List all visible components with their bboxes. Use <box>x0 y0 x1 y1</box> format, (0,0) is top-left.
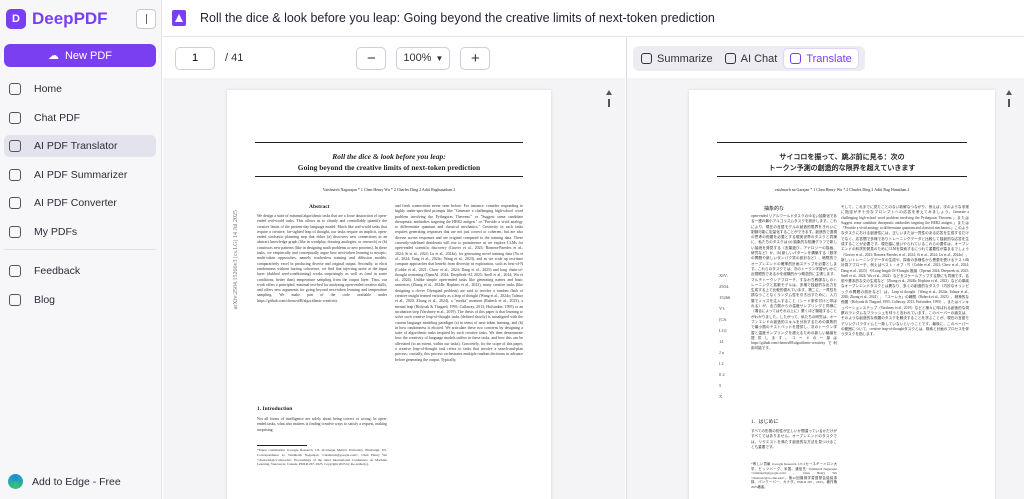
zoom-in-button[interactable]: + <box>460 46 491 70</box>
translated-abstract-text: open-ended リアルワールドタスクのゆるい抽象化である一連の最小アルゴリ… <box>751 214 837 351</box>
zoom-value: 100% <box>403 52 432 64</box>
page-number-input[interactable] <box>175 46 215 70</box>
pdf-page: Roll the dice & look before you leap: Go… <box>227 90 551 499</box>
sidebar-item-label: Chat PDF <box>34 111 81 124</box>
folder-icon <box>9 225 21 238</box>
translated-authors: vaishnavh na Garajan * 1 Chen Henry Wu *… <box>774 187 910 192</box>
sidebar-item-my-pdfs[interactable]: My PDFs <box>4 221 156 243</box>
translated-pdf-page: サイコロを振って、跳ぶ前に見る：次の トークン予測の創造的な限界を超えていきます… <box>689 90 995 499</box>
translated-arxiv-stamp: XIV: 2504. 15266 V3 [CS. LG] 14 J u l 2 … <box>719 273 731 399</box>
edge-browser-icon <box>8 474 23 489</box>
header: Roll the dice & look before you leap: Go… <box>163 0 1024 37</box>
sidebar-item-home[interactable]: Home <box>4 78 156 100</box>
chat-icon <box>9 111 21 124</box>
sidebar-divider <box>4 249 156 250</box>
title-rule-bottom <box>717 176 967 177</box>
sidebar-item-ai-pdf-summarizer[interactable]: AI PDF Summarizer <box>4 164 156 186</box>
app-name: DeepPDF <box>32 9 108 28</box>
sidebar-item-feedback[interactable]: Feedback <box>4 260 156 282</box>
sidebar-item-blog[interactable]: Blog <box>4 289 156 311</box>
original-pdf-viewer[interactable]: Roll the dice & look before you leap: Go… <box>163 78 625 499</box>
tab-summarize[interactable]: Summarize <box>635 48 719 69</box>
scroll-up-icon[interactable] <box>606 90 612 95</box>
translated-abstract-heading: 抽象的な <box>764 207 785 212</box>
sidebar-collapse-icon[interactable] <box>136 9 156 29</box>
title-rule-top <box>255 142 523 143</box>
chevron-down-icon: ▼ <box>435 53 444 63</box>
translated-intro-text: すべての形態の知性が正しいか間違っているかだけがすべてではありません。オープンエ… <box>751 429 837 449</box>
paper-authors: Vaishnavh Nagarajan * 1 Chen Henry Wu * … <box>322 187 456 192</box>
title-rule-bottom <box>255 176 523 177</box>
arxiv-stamp: arXiv:2504.15266v3 [cs.LG] 14 Jul 2025 <box>233 210 239 310</box>
paper-title-line2: Going beyond the creative limits of next… <box>297 163 481 172</box>
right-column-text: and fresh connections never seen before.… <box>395 204 523 362</box>
new-pdf-button[interactable]: ☁ New PDF <box>4 44 156 67</box>
translated-pdf-viewer[interactable]: サイコロを振って、跳ぶ前に見る：次の トークン予測の創造的な限界を超えていきます… <box>627 78 1024 499</box>
tab-label: Translate <box>806 52 852 65</box>
scrollbar-thumb[interactable] <box>1008 99 1010 107</box>
sidebar-item-label: AI PDF Summarizer <box>34 168 128 181</box>
document-title: Roll the dice & look before you leap: Go… <box>200 11 715 25</box>
tool-tabs: Summarize AI Chat Translate <box>633 46 865 71</box>
ai-chat-icon <box>724 53 736 64</box>
translate-icon <box>790 53 802 64</box>
sidebar-nav: Home Chat PDF AI PDF Translator AI PDF S… <box>4 78 156 317</box>
translated-intro-heading: 1．はじめに <box>751 420 779 425</box>
sidebar-item-ai-pdf-translator[interactable]: AI PDF Translator <box>4 135 156 157</box>
sidebar-item-label: My PDFs <box>34 225 78 238</box>
footnote-rule <box>257 445 307 446</box>
tab-label: Summarize <box>657 52 713 65</box>
pdf-file-icon <box>172 10 186 26</box>
paper-title-line1: Roll the dice & look before you leap: <box>332 152 446 161</box>
home-icon <box>9 83 21 95</box>
summarize-icon <box>641 53 652 64</box>
footnote-text: *Equal contribution 1Google Research, US… <box>257 448 387 467</box>
translate-icon <box>9 140 21 152</box>
summarize-icon <box>9 168 21 181</box>
intro-text: Not all forms of intelligence are solely… <box>257 417 387 432</box>
sidebar-item-label: Blog <box>34 293 56 306</box>
add-to-edge-link[interactable]: Add to Edge - Free <box>8 474 121 489</box>
abstract-heading: Abstract <box>309 204 330 210</box>
tab-ai-chat[interactable]: AI Chat <box>719 48 784 69</box>
tab-translate[interactable]: Translate <box>783 48 859 69</box>
title-rule-top <box>717 142 967 143</box>
convert-icon <box>9 197 21 209</box>
blog-icon <box>9 293 21 306</box>
translated-title-line1: サイコロを振って、跳ぶ前に見る：次の <box>779 153 905 161</box>
cloud-upload-icon: ☁ <box>47 50 59 62</box>
sidebar-item-ai-pdf-converter[interactable]: AI PDF Converter <box>4 192 156 214</box>
zoom-out-button[interactable]: − <box>356 46 387 70</box>
translated-right-column-text: そして、これまでに見たことのない新鮮なつながり。例えば、次のような非常に指定が不… <box>841 205 969 337</box>
sidebar-item-label: AI PDF Translator <box>34 140 118 152</box>
abstract-text: We design a suite of minimal algorithmic… <box>257 214 387 303</box>
page-total: / 41 <box>225 52 244 64</box>
sidebar-item-label: Feedback <box>34 265 81 277</box>
add-to-edge-label: Add to Edge - Free <box>32 475 121 488</box>
logo[interactable]: D DeepPDF <box>6 6 156 32</box>
scroll-up-icon[interactable] <box>1006 90 1012 95</box>
tab-label: AI Chat <box>740 52 778 65</box>
sidebar-item-label: Home <box>34 83 63 95</box>
deeppdf-logo-icon: D <box>6 9 26 29</box>
new-pdf-label: New PDF <box>64 49 113 62</box>
zoom-select[interactable]: 100% ▼ <box>396 46 451 70</box>
sidebar-item-label: AI PDF Converter <box>34 197 117 209</box>
translated-footnote-text: *等しい貢献 1Google Research, US 2カーネギーメロン大学、… <box>751 462 837 489</box>
sidebar-item-chat-pdf[interactable]: Chat PDF <box>4 107 156 129</box>
feedback-icon <box>9 265 21 277</box>
viewer-toolbar: / 41 − 100%▼ + <box>163 38 625 78</box>
intro-heading: 1. Introduction <box>257 406 293 412</box>
scrollbar-thumb[interactable] <box>608 99 610 107</box>
sidebar: D DeepPDF ☁ New PDF Home Chat PDF AI PDF… <box>0 0 162 499</box>
translated-title-line2: トークン予測の創造的な限界を超えていきます <box>768 164 916 172</box>
